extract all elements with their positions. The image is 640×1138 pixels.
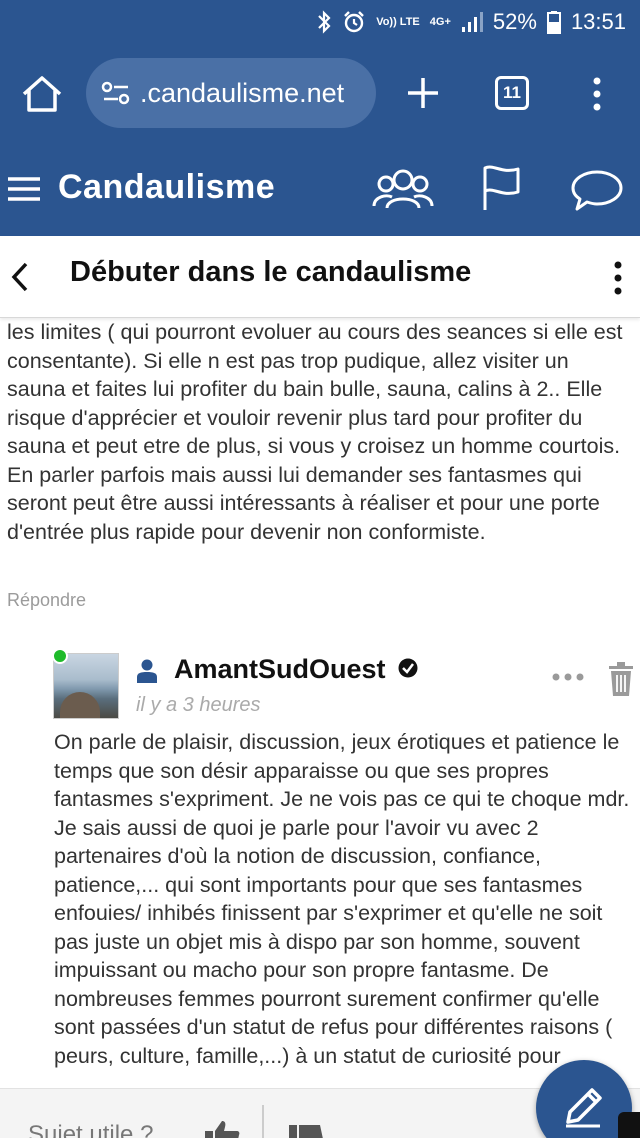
alarm-icon	[344, 11, 365, 33]
volte-indicator: Vo)) LTE	[376, 15, 420, 28]
hamburger-menu-icon[interactable]	[6, 176, 42, 202]
site-settings-icon[interactable]	[100, 79, 132, 107]
status-bar: Vo)) LTE 4G+ 52% 13:51	[0, 0, 640, 44]
reply-button[interactable]: Répondre	[7, 590, 86, 611]
thumbs-up-icon[interactable]	[204, 1119, 240, 1138]
members-icon[interactable]	[372, 166, 434, 212]
flag-icon[interactable]	[480, 164, 524, 212]
key-icon	[618, 1112, 640, 1138]
clock: 13:51	[570, 9, 626, 34]
site-header: Candaulisme	[0, 142, 640, 236]
signal-icon	[461, 12, 483, 32]
thread-content: les limites ( qui pourront evoluer au co…	[0, 318, 640, 1088]
back-arrow-icon[interactable]	[8, 260, 32, 294]
comment-timestamp: il y a 3 heures	[136, 694, 261, 716]
battery-icon	[546, 11, 561, 34]
thumbs-down-icon[interactable]	[288, 1125, 324, 1138]
avatar-figure	[60, 692, 100, 718]
tab-switcher-button[interactable]: 11	[495, 76, 529, 110]
more-options-icon[interactable]	[552, 672, 584, 682]
verified-icon	[398, 658, 418, 678]
pencil-icon	[566, 1088, 602, 1128]
network-indicator: 4G+	[429, 15, 451, 28]
user-icon	[137, 659, 157, 683]
useful-topic-label: Sujet utile ?	[28, 1121, 154, 1138]
url-text: .candaulisme.net	[140, 77, 345, 108]
trash-icon[interactable]	[608, 662, 634, 696]
new-tab-icon[interactable]	[404, 74, 442, 112]
battery-percent: 52%	[492, 9, 537, 34]
site-logo[interactable]: Candaulisme	[58, 168, 275, 207]
comment-body: On parle de plaisir, discussion, jeux ér…	[54, 730, 630, 1068]
previous-post-text: les limites ( qui pourront evoluer au co…	[7, 320, 623, 544]
browser-toolbar: .candaulisme.net 11	[0, 44, 640, 142]
topic-menu-icon[interactable]	[608, 258, 628, 298]
address-bar[interactable]: .candaulisme.net	[86, 58, 376, 128]
topic-header: Débuter dans le candaulisme	[0, 236, 640, 318]
online-status-indicator	[52, 648, 68, 664]
browser-menu-icon[interactable]	[585, 74, 609, 114]
home-icon[interactable]	[20, 74, 64, 114]
chat-bubble-icon[interactable]	[570, 168, 624, 212]
divider	[262, 1105, 264, 1138]
comment-username[interactable]: AmantSudOuest	[174, 654, 386, 685]
topic-title: Débuter dans le candaulisme	[70, 256, 472, 288]
bluetooth-icon	[318, 10, 331, 34]
